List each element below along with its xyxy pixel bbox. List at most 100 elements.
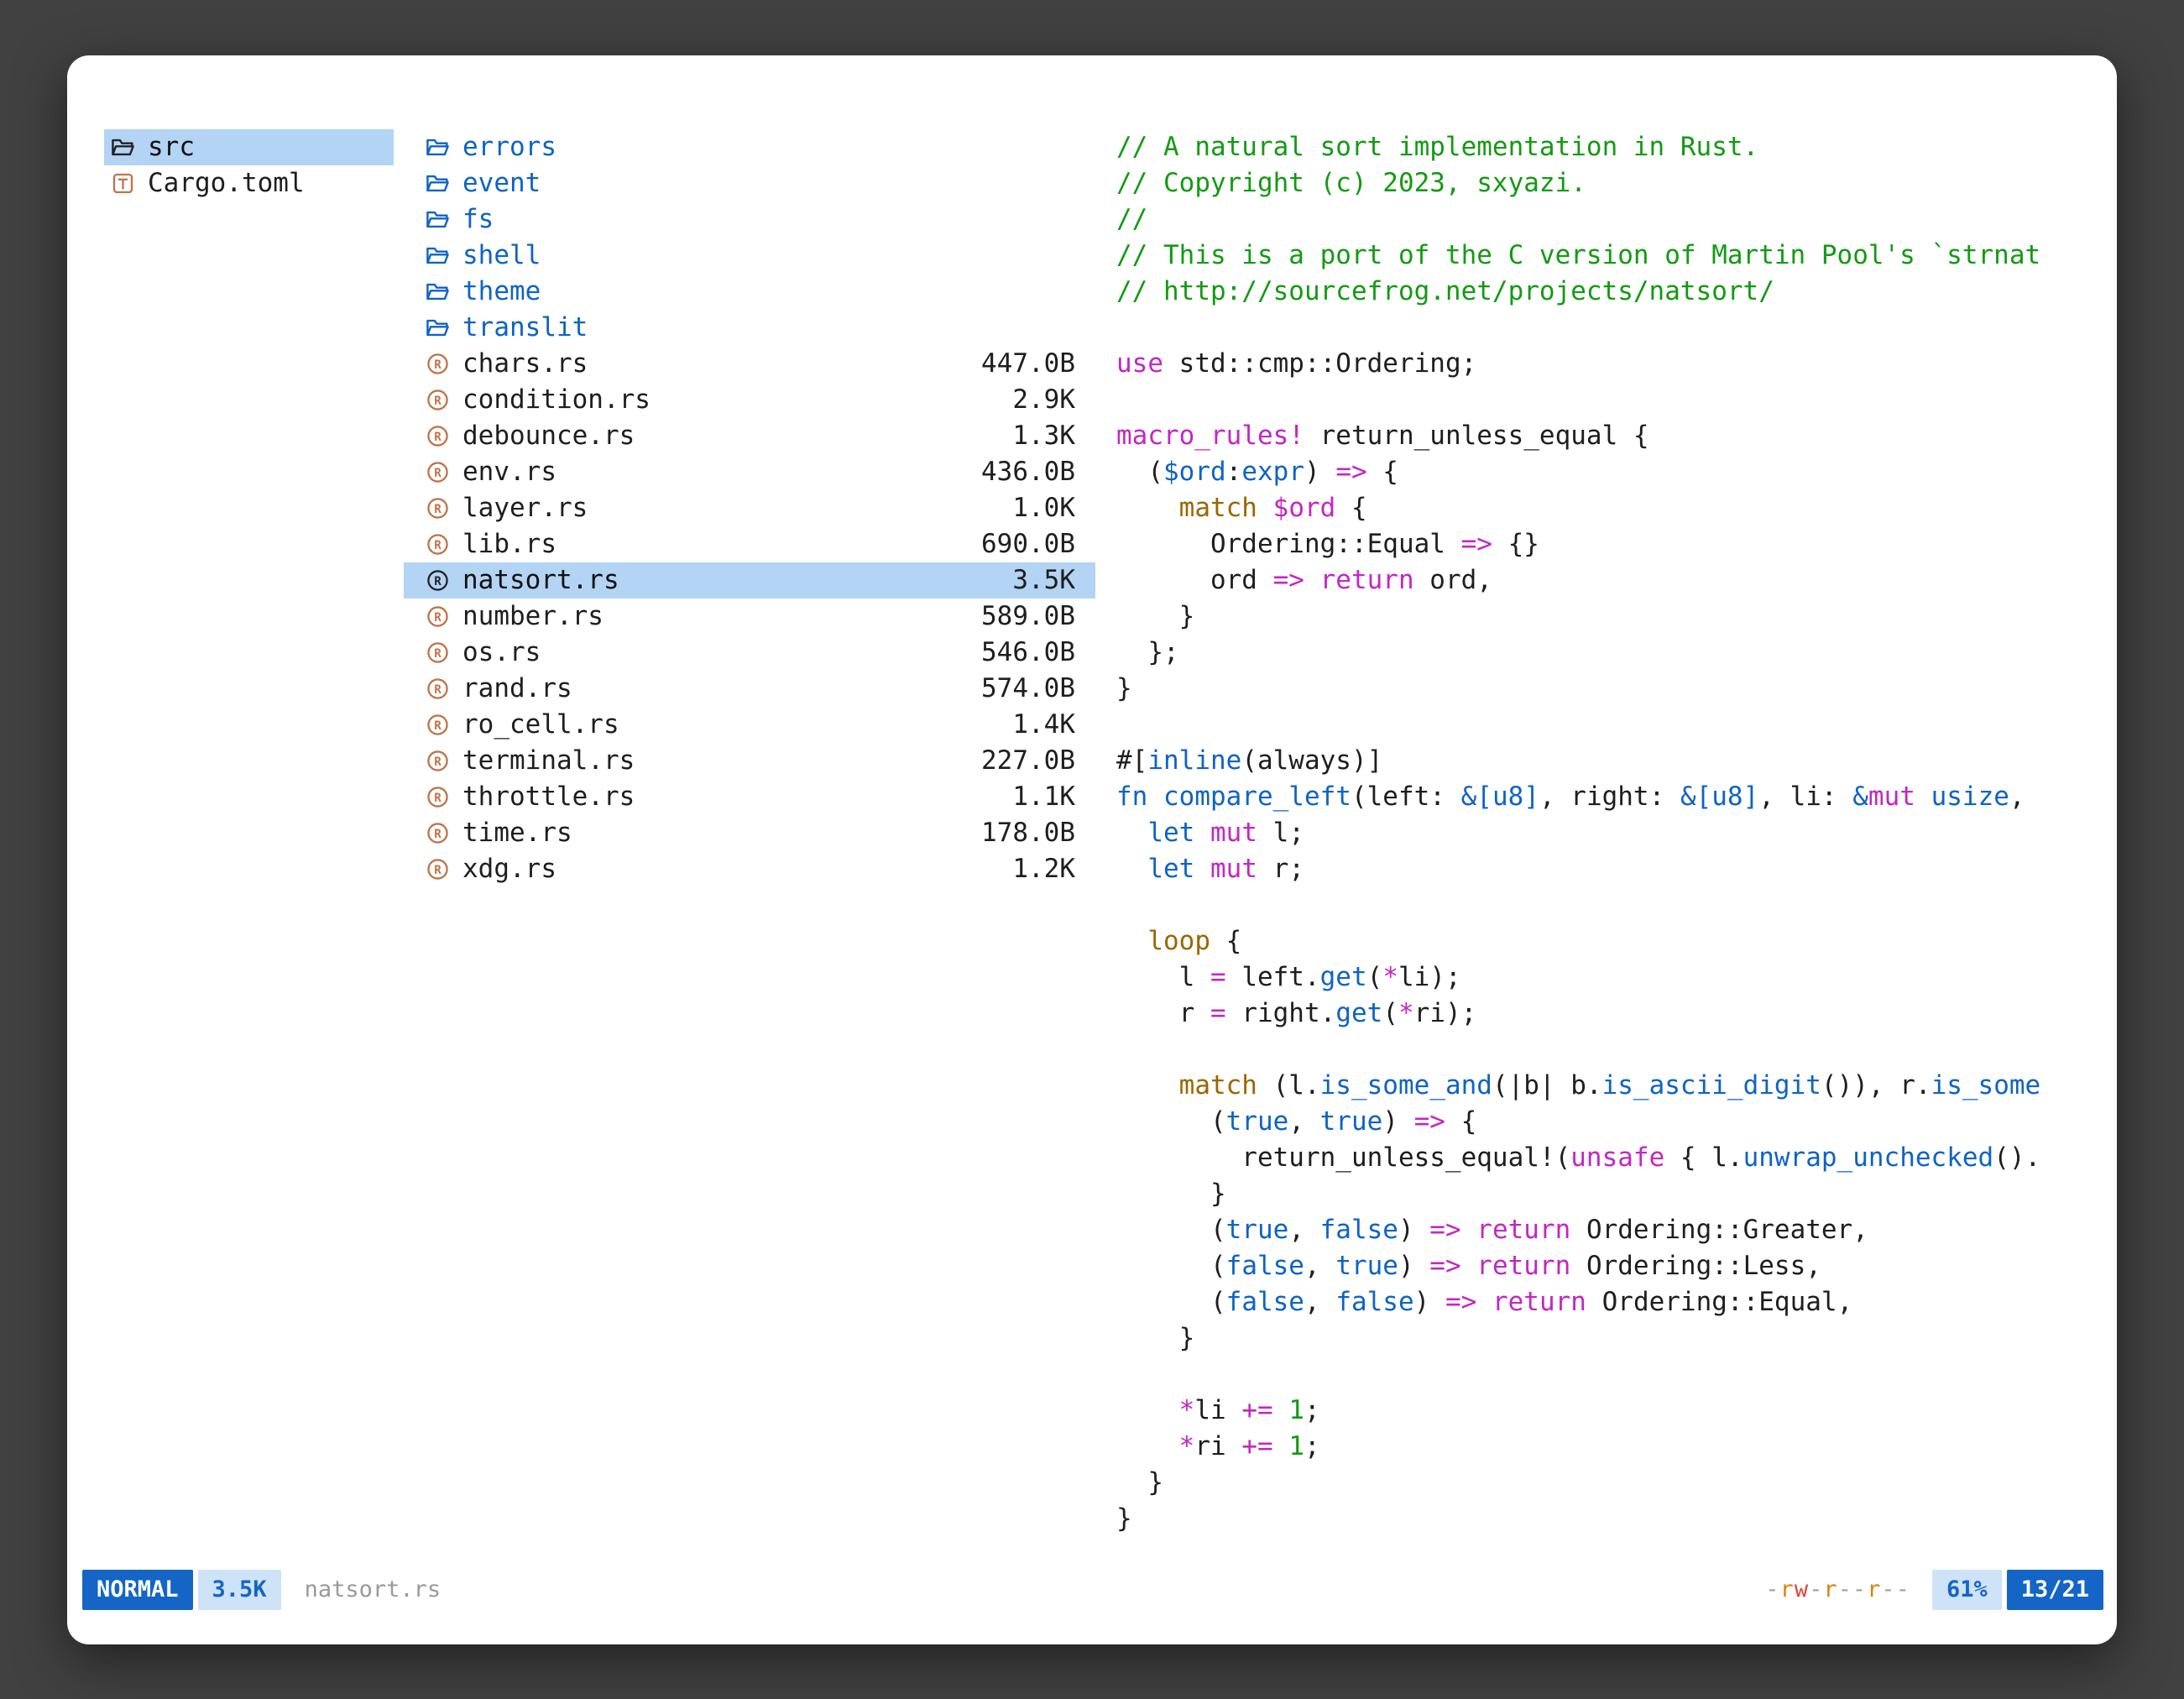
rust-icon: R [426, 425, 456, 447]
file-manager-window: srcCargo.toml errorseventfsshellthemetra… [67, 55, 2117, 1644]
file-row[interactable]: Cargo.toml [104, 165, 394, 201]
svg-text:R: R [434, 575, 442, 588]
code-line: l = left.get(*li); [1116, 959, 2083, 996]
code-line: ord => return ord, [1116, 562, 2083, 599]
code-line: *ri += 1; [1116, 1429, 2083, 1465]
file-row[interactable]: Rnatsort.rs 3.5K [404, 562, 1095, 599]
item-name: os.rs [462, 635, 541, 671]
dir-row[interactable]: translit [404, 310, 1095, 346]
svg-text:R: R [434, 503, 442, 516]
file-row[interactable]: Rthrottle.rs 1.1K [404, 779, 1095, 815]
item-name: shell [462, 238, 541, 274]
file-row[interactable]: Rlib.rs690.0B [404, 526, 1095, 562]
dir-row[interactable]: shell [404, 238, 1095, 274]
rust-icon: R [426, 497, 456, 520]
svg-text:R: R [434, 611, 442, 625]
item-size: 447.0B [981, 346, 1075, 382]
code-line [1116, 310, 2083, 346]
item-name: event [462, 165, 541, 201]
file-row[interactable]: Renv.rs436.0B [404, 454, 1095, 490]
item-size: 589.0B [981, 599, 1075, 635]
file-row[interactable]: Rnumber.rs 589.0B [404, 599, 1095, 635]
item-name: number.rs [462, 599, 603, 635]
code-line [1116, 1357, 2083, 1393]
item-size: 1.2K [1012, 851, 1075, 887]
svg-text:R: R [434, 431, 442, 444]
rust-icon: R [426, 533, 456, 556]
code-line: } [1116, 1320, 2083, 1357]
item-name: throttle.rs [462, 779, 635, 815]
rust-icon: R [426, 714, 456, 736]
file-row[interactable]: Rtime.rs178.0B [404, 815, 1095, 851]
rust-icon: R [426, 677, 456, 700]
item-name: translit [462, 310, 588, 346]
item-name: src [148, 129, 195, 165]
dir-row[interactable]: errors [404, 129, 1095, 165]
code-line: } [1116, 1176, 2083, 1212]
dir-row[interactable]: event [404, 165, 1095, 201]
svg-text:R: R [434, 683, 442, 697]
toml-icon [111, 172, 141, 195]
item-name: debounce.rs [462, 418, 635, 454]
dir-row[interactable]: fs [404, 201, 1095, 238]
code-line [1116, 707, 2083, 743]
rust-icon: R [426, 569, 456, 592]
rust-icon: R [426, 750, 456, 772]
code-line: // This is a port of the C version of Ma… [1116, 238, 2083, 274]
code-line: // [1116, 201, 2083, 238]
file-row[interactable]: Rxdg.rs 1.2K [404, 851, 1095, 887]
item-size: 546.0B [981, 635, 1075, 671]
code-line: // A natural sort implementation in Rust… [1116, 129, 2083, 165]
code-line: (true, false) => return Ordering::Greate… [1116, 1212, 2083, 1248]
file-row[interactable]: Ros.rs546.0B [404, 635, 1095, 671]
scroll-percent-badge: 61% [1932, 1570, 2002, 1610]
svg-text:R: R [434, 358, 442, 372]
item-name: layer.rs [462, 490, 588, 526]
folder-open-icon [426, 280, 456, 303]
item-size: 1.0K [1012, 490, 1075, 526]
mode-badge: NORMAL [82, 1570, 193, 1610]
folder-open-icon [426, 244, 456, 267]
file-size-badge: 3.5K [198, 1570, 281, 1610]
folder-open-icon [111, 136, 141, 159]
code-line: return_unless_equal!(unsafe { l.unwrap_u… [1116, 1140, 2083, 1176]
rust-icon: R [426, 605, 456, 628]
code-line: } [1116, 1501, 2083, 1537]
panes-area: srcCargo.toml errorseventfsshellthemetra… [67, 55, 2117, 1571]
file-row[interactable]: Rterminal.rs227.0B [404, 743, 1095, 779]
dir-row[interactable]: src [104, 129, 394, 165]
code-line: } [1116, 599, 2083, 635]
svg-text:R: R [434, 467, 442, 480]
rust-icon: R [426, 461, 456, 484]
item-size: 3.5K [1012, 562, 1075, 599]
current-pane: errorseventfsshellthemetranslitRchars.rs… [404, 129, 1095, 1571]
status-bar: NORMAL 3.5K natsort.rs -rw-r--r-- 61% 13… [82, 1571, 2103, 1609]
item-name: natsort.rs [462, 562, 619, 599]
svg-text:R: R [434, 539, 442, 552]
code-line: (true, true) => { [1116, 1104, 2083, 1140]
code-preview: // A natural sort implementation in Rust… [1116, 129, 2083, 1537]
file-row[interactable]: Rdebounce.rs 1.3K [404, 418, 1095, 454]
code-line: Ordering::Equal => {} [1116, 526, 2083, 562]
item-size: 1.1K [1012, 779, 1075, 815]
svg-text:R: R [434, 792, 442, 805]
svg-text:R: R [434, 864, 442, 877]
item-size: 1.3K [1012, 418, 1075, 454]
item-name: Cargo.toml [148, 165, 305, 201]
file-row[interactable]: Rcondition.rs2.9K [404, 382, 1095, 418]
svg-text:R: R [434, 755, 442, 769]
code-line: fn compare_left(left: &[u8], right: &[u8… [1116, 779, 2083, 815]
file-row[interactable]: Rlayer.rs 1.0K [404, 490, 1095, 526]
code-line: (false, false) => return Ordering::Equal… [1116, 1284, 2083, 1320]
item-size: 436.0B [981, 454, 1075, 490]
code-line: use std::cmp::Ordering; [1116, 346, 2083, 382]
file-row[interactable]: Rrand.rs574.0B [404, 671, 1095, 707]
dir-row[interactable]: theme [404, 274, 1095, 310]
code-line: let mut r; [1116, 851, 2083, 887]
code-line: ($ord:expr) => { [1116, 454, 2083, 490]
file-row[interactable]: Rro_cell.rs1.4K [404, 707, 1095, 743]
file-row[interactable]: Rchars.rs447.0B [404, 346, 1095, 382]
code-line: } [1116, 1465, 2083, 1501]
item-name: xdg.rs [462, 851, 556, 887]
item-name: errors [462, 129, 556, 165]
